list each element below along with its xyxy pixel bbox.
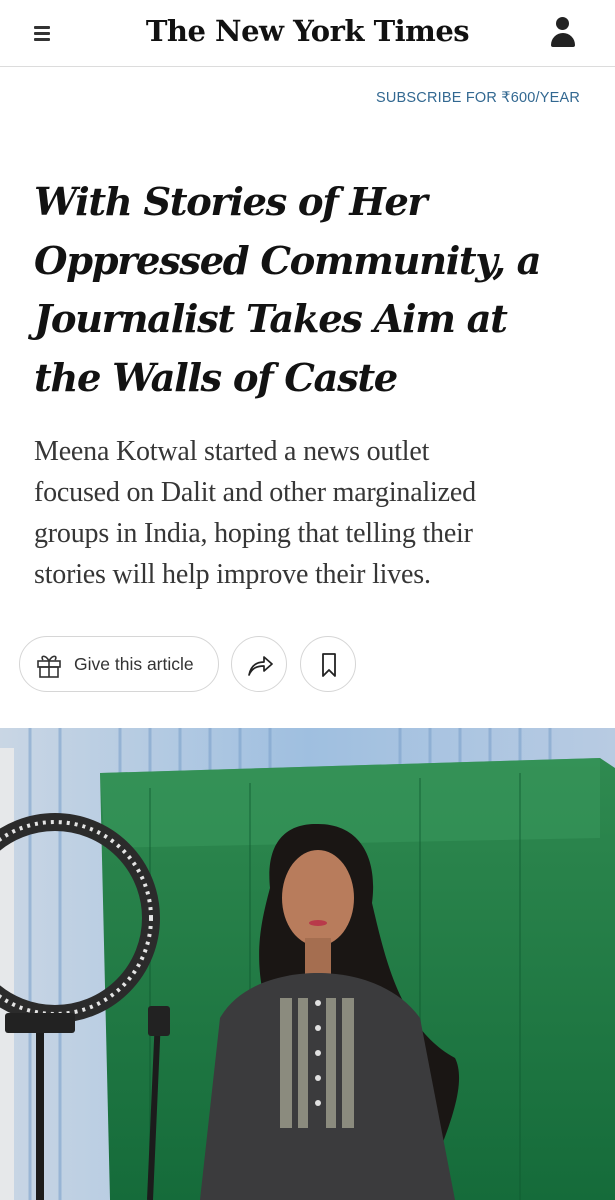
lead-photo-illustration [0, 728, 615, 1200]
summary-line: groups in India, hoping that telling the… [34, 518, 473, 549]
headline-line: Journalist Takes Aim at [34, 297, 508, 342]
article-headline: With Stories of Her Oppressed Community,… [34, 174, 594, 408]
bookmark-icon [322, 653, 336, 677]
article-lead-photo [0, 728, 615, 1200]
masthead-logo[interactable]: The New York Times [100, 9, 515, 53]
summary-line: Meena Kotwal started a news outlet [34, 436, 430, 467]
headline-line: the Walls of Caste [34, 355, 398, 401]
give-article-label: Give this article [74, 654, 194, 674]
user-account-icon[interactable] [540, 13, 586, 53]
summary-line: stories will help improve their lives. [34, 559, 431, 590]
article-summary: Meena Kotwal started a news outlet focus… [34, 431, 599, 595]
headline-line: Oppressed Community, a [34, 238, 542, 284]
hamburger-menu-icon[interactable] [22, 16, 62, 50]
headline-line: With Stories of Her [34, 180, 428, 225]
share-button[interactable] [231, 636, 287, 692]
gift-icon [37, 655, 61, 678]
summary-line: focused on Dalit and other marginalized [34, 477, 476, 508]
top-bar: The New York Times [0, 0, 615, 67]
share-icon [248, 656, 273, 676]
give-article-button[interactable]: Give this article [19, 636, 219, 692]
subscribe-link[interactable]: SUBSCRIBE FOR ₹600/YEAR [376, 87, 580, 109]
save-button[interactable] [300, 636, 356, 692]
